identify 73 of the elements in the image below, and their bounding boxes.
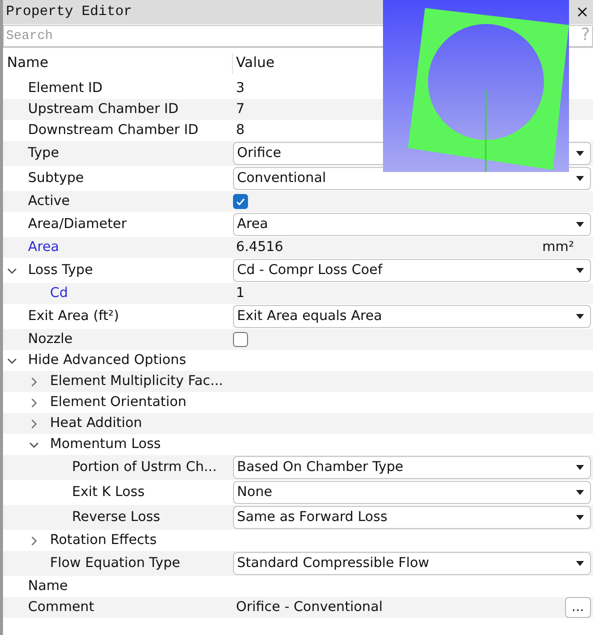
property-name: Type [28, 144, 60, 164]
dropdown-field[interactable]: Standard Compressible Flow [233, 552, 591, 575]
property-name: Hide Advanced Options [28, 351, 186, 370]
property-row[interactable]: Comment Orifice - Conventional ... [3, 597, 593, 618]
checkbox[interactable] [233, 194, 248, 209]
property-row[interactable]: Flow Equation Type Standard Compressible Flow [3, 551, 593, 576]
property-name: Upstream Chamber ID [28, 100, 179, 120]
checkbox[interactable] [233, 332, 248, 347]
dropdown-field[interactable]: Cd - Compr Loss Coef [233, 259, 591, 282]
property-name: Rotation Effects [50, 531, 157, 550]
property-row[interactable]: Nozzle [3, 329, 593, 350]
value-text: 6.4516 [236, 238, 284, 258]
dropdown-field[interactable]: Exit Area equals Area [233, 305, 591, 328]
chevron-down-icon[interactable] [7, 266, 17, 276]
dropdown-caret-icon [576, 268, 584, 273]
dropdown-field[interactable]: Same as Forward Loss [233, 506, 591, 529]
property-name: Heat Addition [50, 414, 142, 434]
close-button[interactable]: × [576, 4, 590, 20]
value-text: 3 [235, 79, 245, 98]
chevron-down-icon[interactable] [7, 356, 17, 366]
unit-label: mm² [542, 238, 574, 258]
property-name: Nozzle [28, 330, 73, 350]
property-name: Active [28, 192, 70, 212]
dropdown-caret-icon [576, 176, 584, 181]
property-name: Element Orientation [50, 393, 186, 412]
value-text: 7 [235, 100, 245, 120]
property-name: Exit K Loss [72, 483, 145, 502]
property-name: Flow Equation Type [50, 554, 180, 574]
value-text: Orifice - Conventional [236, 598, 383, 618]
property-row[interactable]: Cd 1 [3, 283, 593, 304]
preview-dialog[interactable] [383, 0, 569, 172]
dropdown-caret-icon [576, 151, 584, 156]
property-name: Momentum Loss [50, 435, 161, 454]
dropdown-caret-icon [576, 222, 584, 227]
value-text: 8 [235, 121, 245, 140]
property-name: Name [28, 577, 68, 596]
dropdown-field[interactable]: Based On Chamber Type [233, 456, 591, 479]
chevron-right-icon[interactable] [29, 376, 39, 386]
browse-button[interactable]: ... [564, 597, 591, 618]
property-name: Cd [50, 284, 68, 304]
property-name: Element ID [28, 79, 103, 98]
property-row[interactable]: Active [3, 191, 593, 212]
property-name: Loss Type [28, 261, 93, 280]
property-row[interactable]: Reverse Loss Same as Forward Loss [3, 505, 593, 530]
property-name: Element Multiplicity Fac... [50, 372, 224, 392]
property-name: Area/Diameter [28, 215, 127, 234]
column-header: Value [235, 54, 274, 72]
chevron-right-icon[interactable] [29, 536, 39, 546]
chevron-right-icon[interactable] [29, 398, 39, 408]
checkmark-icon [236, 198, 245, 206]
property-name: Reverse Loss [72, 508, 160, 528]
window-title: Property Editor [6, 2, 132, 22]
property-name: Area [28, 238, 60, 258]
property-row[interactable]: Element Multiplicity Fac... [3, 371, 593, 392]
chevron-down-icon[interactable] [29, 440, 39, 450]
property-name: Comment [28, 598, 94, 618]
dropdown-field[interactable]: Area [233, 213, 591, 236]
value-text: 1 [235, 284, 245, 304]
property-row[interactable]: Area 6.4516 mm² [3, 237, 593, 258]
dropdown-field[interactable]: None [233, 481, 591, 504]
column-header: Name [3, 52, 233, 74]
chevron-right-icon[interactable] [29, 418, 39, 428]
dropdown-caret-icon [576, 314, 584, 319]
dropdown-caret-icon [576, 515, 584, 520]
property-name: Subtype [28, 169, 84, 188]
property-name: Downstream Chamber ID [28, 121, 198, 140]
dropdown-caret-icon [576, 465, 584, 470]
property-row[interactable]: Portion of Ustrm Ch... Based On Chamber Type [3, 455, 593, 480]
property-name: Exit Area (ft²) [28, 307, 119, 326]
dropdown-caret-icon [576, 561, 584, 566]
property-name: Portion of Ustrm Ch... [72, 458, 217, 478]
property-row[interactable]: Heat Addition [3, 413, 593, 434]
dropdown-caret-icon [576, 490, 584, 495]
